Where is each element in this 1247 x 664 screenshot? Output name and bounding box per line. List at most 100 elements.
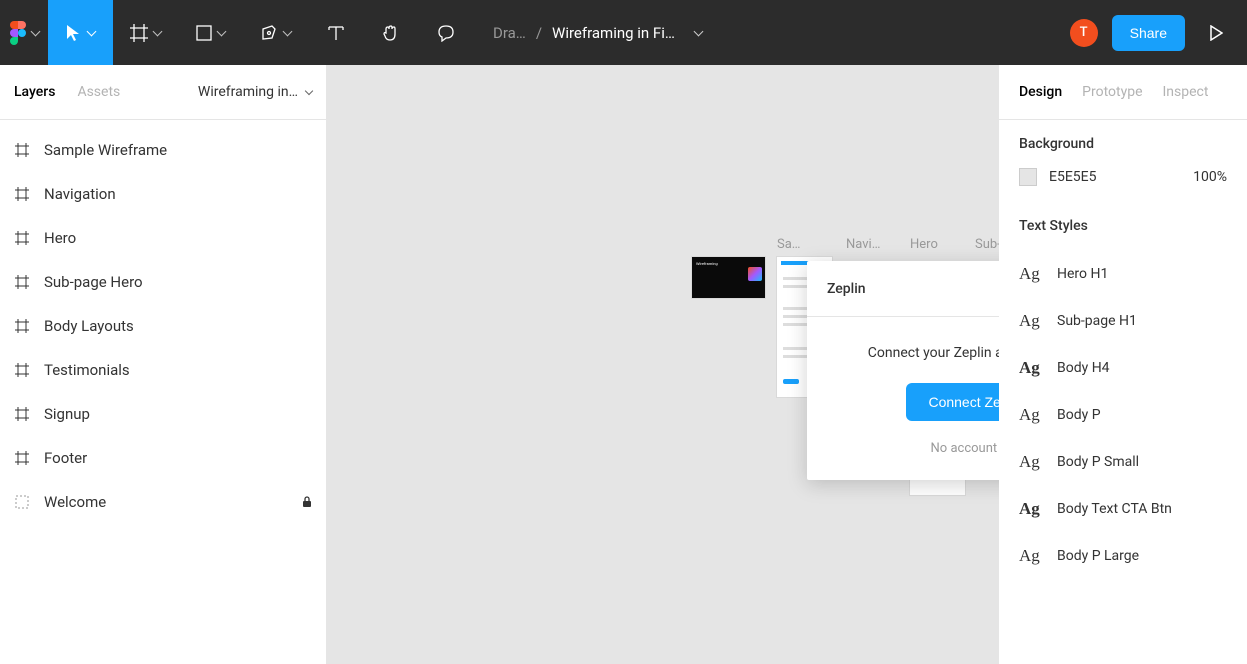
pen-icon	[260, 24, 278, 42]
share-button[interactable]: Share	[1112, 15, 1185, 51]
user-avatar[interactable]: T	[1070, 19, 1098, 47]
layer-label: Sub-page Hero	[44, 273, 143, 291]
text-style-label: Sub-page H1	[1057, 313, 1137, 329]
layer-item[interactable]: Sub-page Hero	[0, 260, 326, 304]
right-panel: Design Prototype Inspect Background E5E5…	[999, 65, 1247, 664]
play-icon	[1209, 25, 1223, 41]
figma-logo-icon	[10, 21, 26, 45]
frame-label[interactable]: Navi…	[846, 237, 896, 252]
breadcrumb-separator: /	[536, 24, 542, 42]
frame-icon	[14, 274, 30, 290]
background-swatch[interactable]	[1019, 168, 1037, 186]
frame-icon	[14, 450, 30, 466]
text-sample-icon: Ag	[1019, 405, 1043, 425]
layer-item[interactable]: Welcome	[0, 480, 326, 524]
background-opacity[interactable]: 100%	[1193, 169, 1227, 185]
frame-icon	[130, 24, 148, 42]
text-style-item[interactable]: Ag Body H4	[1019, 344, 1227, 391]
frame-icon	[14, 406, 30, 422]
layer-item[interactable]: Footer	[0, 436, 326, 480]
layer-list: Sample Wireframe Navigation Hero Sub-page H…	[0, 120, 326, 532]
text-sample-icon: Ag	[1019, 311, 1043, 331]
move-tool-button[interactable]	[48, 0, 113, 65]
present-button[interactable]	[1199, 16, 1233, 50]
background-section: Background E5E5E5 100%	[999, 120, 1247, 202]
tab-assets[interactable]: Assets	[77, 84, 120, 100]
layer-label: Hero	[44, 229, 76, 247]
frame-label[interactable]: Hero	[910, 237, 960, 252]
text-style-label: Body P Small	[1057, 454, 1139, 470]
frame-label[interactable]: Sub-…	[975, 237, 999, 252]
frame-tool-button[interactable]	[113, 0, 178, 65]
frame-icon	[14, 318, 30, 334]
frame-icon	[14, 186, 30, 202]
text-style-label: Body P	[1057, 407, 1101, 423]
canvas[interactable]: Sa… Navi… Hero Sub-… Bod… Test… Sign… Fo…	[327, 65, 999, 664]
layer-label: Footer	[44, 449, 87, 467]
canvas-frame[interactable]: Wireframing	[692, 257, 765, 298]
comment-icon	[437, 24, 455, 42]
text-style-item[interactable]: Ag Sub-page H1	[1019, 297, 1227, 344]
text-styles-heading: Text Styles	[1019, 218, 1227, 234]
text-style-item[interactable]: Ag Hero H1	[1019, 250, 1227, 297]
layer-label: Testimonials	[44, 361, 130, 379]
frame-icon	[14, 142, 30, 158]
layer-label: Signup	[44, 405, 90, 423]
breadcrumb-parent[interactable]: Dra…	[493, 24, 526, 42]
text-style-label: Body Text CTA Btn	[1057, 501, 1172, 517]
text-style-label: Body P Large	[1057, 548, 1139, 564]
right-panel-tabs: Design Prototype Inspect	[999, 65, 1247, 120]
text-icon	[328, 25, 344, 41]
text-sample-icon: Ag	[1019, 264, 1043, 284]
top-toolbar: Dra… / Wireframing in Fi… T Share	[0, 0, 1247, 65]
left-panel: Layers Assets Wireframing in… Sample Wir…	[0, 65, 327, 664]
text-sample-icon: Ag	[1019, 358, 1043, 378]
text-style-label: Hero H1	[1057, 266, 1108, 282]
layer-item[interactable]: Testimonials	[0, 348, 326, 392]
hand-icon	[382, 24, 400, 42]
layer-item[interactable]: Sample Wireframe	[0, 128, 326, 172]
background-hex[interactable]: E5E5E5	[1049, 169, 1096, 185]
frame-icon	[14, 230, 30, 246]
layer-item[interactable]: Body Layouts	[0, 304, 326, 348]
selection-icon	[14, 494, 30, 510]
text-style-item[interactable]: AgBody P Large	[1019, 532, 1227, 579]
frame-label[interactable]: Sa…	[777, 237, 817, 252]
layer-item[interactable]: Signup	[0, 392, 326, 436]
text-sample-icon: Ag	[1019, 452, 1043, 472]
shape-tool-button[interactable]	[178, 0, 243, 65]
layer-label: Navigation	[44, 185, 116, 203]
chevron-down-icon[interactable]	[693, 26, 703, 36]
file-title[interactable]: Wireframing in Fi…	[552, 24, 675, 42]
page-selector[interactable]: Wireframing in…	[198, 84, 312, 100]
tab-design[interactable]: Design	[1019, 84, 1062, 100]
comment-tool-button[interactable]	[418, 0, 473, 65]
layer-label: Welcome	[44, 493, 106, 511]
text-sample-icon: Ag	[1019, 499, 1043, 519]
zeplin-modal: Zeplin Connect your Zeplin account to ge…	[807, 261, 999, 480]
text-style-item[interactable]: Ag Body P Small	[1019, 438, 1227, 485]
text-style-label: Body H4	[1057, 360, 1110, 376]
layer-item[interactable]: Hero	[0, 216, 326, 260]
tab-inspect[interactable]: Inspect	[1163, 84, 1209, 100]
layer-label: Body Layouts	[44, 317, 134, 335]
tab-prototype[interactable]: Prototype	[1082, 84, 1142, 100]
pen-tool-button[interactable]	[243, 0, 308, 65]
chevron-down-icon	[305, 86, 313, 94]
lock-icon[interactable]	[302, 496, 312, 508]
text-style-item[interactable]: Ag Body P	[1019, 391, 1227, 438]
tab-layers[interactable]: Layers	[14, 84, 55, 100]
connect-zeplin-button[interactable]: Connect Zeplin account	[906, 383, 999, 421]
text-tool-button[interactable]	[308, 0, 363, 65]
layer-item[interactable]: Navigation	[0, 172, 326, 216]
main-menu-button[interactable]	[0, 0, 48, 65]
frame-icon	[14, 362, 30, 378]
background-heading: Background	[1019, 136, 1227, 152]
rectangle-icon	[196, 25, 212, 41]
modal-title: Zeplin	[827, 281, 866, 297]
modal-header: Zeplin	[807, 261, 999, 317]
modal-footer: No account yet? Sign up.	[827, 441, 999, 456]
hand-tool-button[interactable]	[363, 0, 418, 65]
left-panel-tabs: Layers Assets Wireframing in…	[0, 65, 326, 120]
text-style-item[interactable]: Ag Body Text CTA Btn	[1019, 485, 1227, 532]
